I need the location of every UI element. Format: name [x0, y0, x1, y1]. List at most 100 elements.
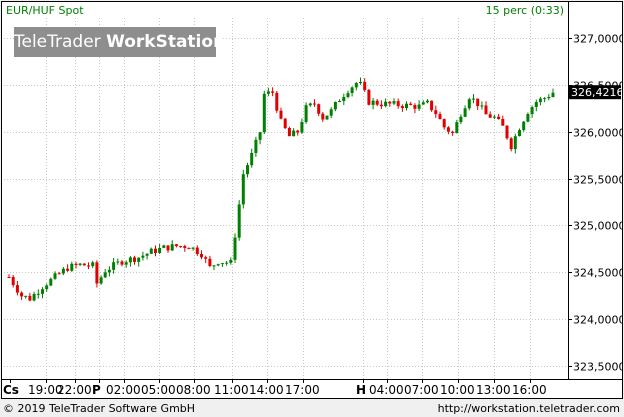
candle-body: [467, 99, 471, 109]
candle-body: [463, 108, 467, 117]
candle-body: [396, 101, 400, 107]
candle-body: [472, 98, 475, 100]
candle-body: [212, 265, 216, 267]
candle-body: [497, 116, 501, 119]
candle-body: [405, 103, 408, 108]
candle-body: [492, 116, 496, 118]
candle-body: [15, 285, 19, 293]
x-tick-label: P: [92, 383, 101, 397]
watermark-text-workstation: WorkStation: [106, 32, 226, 52]
candle-body: [367, 89, 371, 105]
y-tick-label: 325,0000: [573, 220, 622, 233]
candle-body: [325, 115, 329, 120]
candle-body: [266, 91, 270, 94]
candle-body: [513, 136, 517, 150]
candle-body: [11, 277, 15, 286]
candle-body: [484, 105, 488, 115]
candle-body: [451, 131, 455, 133]
candle-body: [241, 174, 245, 205]
candle-body: [375, 100, 379, 105]
candle-body: [446, 127, 450, 132]
candle-body: [296, 130, 300, 133]
candle-body: [538, 98, 542, 103]
candle-body: [342, 97, 346, 101]
candle-body: [174, 244, 178, 247]
candle-body: [124, 262, 128, 265]
candle-body: [329, 109, 333, 116]
candle-body: [313, 103, 316, 105]
candle-body: [505, 125, 509, 139]
candle-body: [304, 105, 308, 122]
interval-label[interactable]: 15 perc (0:33): [486, 4, 564, 17]
candle-body: [141, 255, 145, 258]
candle-body: [262, 93, 266, 133]
candle-body: [526, 114, 530, 122]
candle-body: [191, 247, 195, 249]
candle-body: [170, 244, 174, 251]
candlestick-chart[interactable]: 323,5000 324,0000 324,5000 325,0000 325,5000…: [2, 2, 622, 398]
y-tick-label: 326,0000: [573, 127, 622, 140]
axis-labels: 323,5000 324,0000 324,5000 325,0000 325,5000…: [3, 33, 622, 398]
candle-body: [363, 82, 367, 90]
candle-body: [200, 254, 203, 258]
candle-body: [271, 91, 275, 93]
candle-body: [237, 204, 241, 238]
candle-body: [133, 257, 136, 262]
candle-body: [426, 100, 429, 103]
candles: [7, 77, 555, 302]
candle-body: [400, 106, 404, 108]
candle-body: [275, 92, 279, 111]
candle-body: [229, 259, 233, 263]
candle-body: [534, 102, 538, 107]
candle-body: [61, 268, 65, 274]
candle-body: [308, 103, 312, 106]
candle-body: [7, 277, 11, 278]
candle-body: [359, 82, 362, 84]
candle-body: [421, 102, 425, 105]
candle-body: [204, 257, 208, 259]
candle-body: [434, 110, 438, 115]
x-tick-label: 16:00: [512, 383, 547, 397]
chart-frame[interactable]: 323,5000 324,0000 324,5000 325,0000 325,5000…: [1, 1, 623, 399]
website-link[interactable]: http://workstation.teletrader.com: [438, 400, 620, 417]
candle-body: [338, 101, 342, 102]
candle-body: [166, 245, 170, 251]
candle-body: [53, 273, 57, 279]
x-tick-label: 17:00: [285, 383, 320, 397]
candle-body: [283, 118, 287, 129]
candle-body: [409, 103, 413, 105]
x-tick-label: Cs: [3, 383, 19, 397]
candle-body: [78, 263, 82, 265]
teletrader-watermark-logo: TeleTrader WorkStation: [14, 27, 225, 57]
x-tick-label: 04:00: [369, 383, 404, 397]
y-tick-label: 324,5000: [573, 267, 622, 280]
candle-body: [120, 261, 124, 265]
x-tick-label: H: [356, 383, 366, 397]
x-tick-label: 02:00: [106, 383, 141, 397]
candle-body: [547, 97, 551, 99]
status-bar: © 2019 TeleTrader Software GmbH http://w…: [0, 400, 624, 417]
candle-body: [480, 105, 484, 107]
candle-body: [28, 295, 32, 301]
candle-body: [254, 139, 258, 153]
candle-body: [518, 130, 521, 137]
candle-body: [20, 292, 24, 297]
candle-body: [99, 277, 103, 284]
candle-body: [112, 262, 116, 270]
candle-body: [459, 116, 463, 123]
candle-body: [107, 269, 111, 273]
candle-body: [371, 100, 375, 105]
candle-body: [392, 101, 396, 104]
x-tick-label: 11:00: [214, 383, 249, 397]
candle-body: [300, 122, 304, 133]
candle-body: [530, 107, 534, 114]
candle-body: [246, 165, 249, 175]
candle-body: [158, 248, 162, 253]
app-window: 323,5000 324,0000 324,5000 325,0000 325,5000…: [0, 0, 624, 417]
candle-body: [279, 110, 283, 119]
candle-body: [137, 257, 141, 262]
axes: [2, 2, 622, 383]
y-tick-label: 327,0000: [573, 33, 622, 46]
x-tick-label: 07:00: [404, 383, 439, 397]
candle-body: [208, 258, 212, 266]
